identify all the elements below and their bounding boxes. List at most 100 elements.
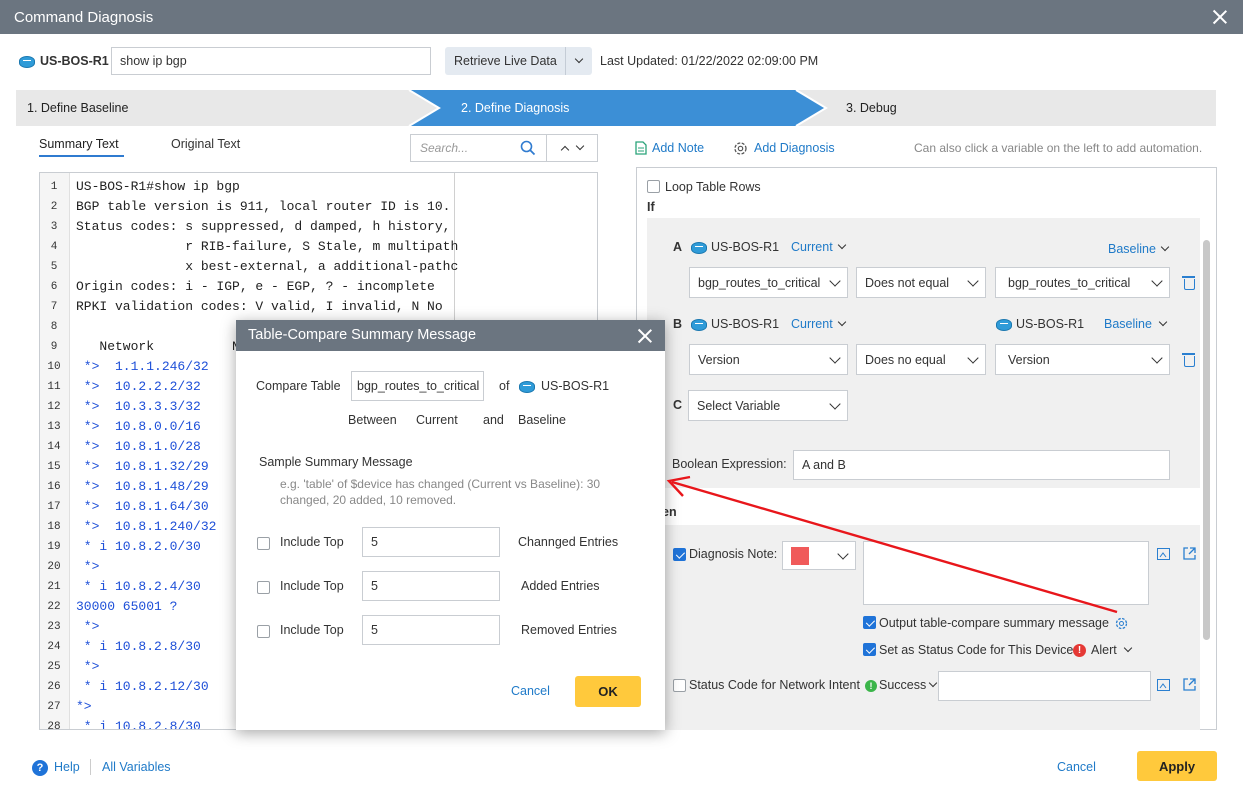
diagnosis-note-textarea[interactable]: [863, 541, 1149, 605]
include-top-label: Include Top: [280, 579, 344, 593]
chevron-down-icon: [574, 54, 584, 64]
footer-divider: [90, 759, 91, 775]
cond-b-baseline-select[interactable]: Version: [995, 344, 1170, 375]
add-note-button[interactable]: Add Note: [652, 141, 704, 155]
modal-device: US-BOS-R1: [541, 379, 610, 393]
chevron-down-icon: [837, 317, 846, 327]
and-label: and: [483, 413, 504, 427]
retrieve-label: Retrieve Live Data: [454, 54, 557, 68]
router-icon: [691, 319, 707, 331]
status-intent-checkbox[interactable]: [673, 679, 686, 692]
removed-count-input[interactable]: 5: [362, 615, 500, 645]
include-changed-checkbox[interactable]: [257, 537, 270, 550]
code-line: Origin codes: i - IGP, e - EGP, ? - inco…: [76, 279, 435, 294]
boolean-expression-input[interactable]: A and B: [793, 450, 1170, 480]
cond-a-baseline-label: Baseline: [1108, 242, 1156, 256]
scrollbar[interactable]: [1203, 240, 1210, 640]
cond-a-var1: bgp_routes_to_critical: [698, 275, 821, 290]
line-number: 12: [47, 401, 61, 413]
step-debug[interactable]: 3. Debug: [846, 101, 897, 115]
modal-ok-button[interactable]: OK: [575, 676, 641, 707]
cond-c-var: Select Variable: [697, 398, 781, 413]
code-line: x best-external, a additional-pathc: [76, 259, 459, 274]
delete-icon[interactable]: [1182, 353, 1195, 367]
apply-button[interactable]: Apply: [1137, 751, 1217, 781]
cancel-button[interactable]: Cancel: [1057, 760, 1096, 774]
cond-b-device2: US-BOS-R1: [1016, 317, 1085, 331]
help-link[interactable]: Help: [54, 760, 80, 774]
search-input[interactable]: Search...: [411, 141, 510, 155]
search-icon[interactable]: [520, 140, 536, 156]
success-select[interactable]: Success: [879, 678, 938, 692]
status-intent-input[interactable]: [938, 671, 1151, 701]
variable-insert-icon[interactable]: [1157, 679, 1170, 691]
close-icon[interactable]: [1211, 8, 1229, 26]
status-intent-label: Status Code for Network Intent: [689, 678, 860, 692]
line-number: 18: [47, 521, 61, 533]
cond-b-baseline[interactable]: Baseline: [1104, 317, 1168, 331]
cond-c-variable-select[interactable]: Select Variable: [688, 390, 848, 421]
chevron-up-icon[interactable]: [560, 145, 569, 155]
line-number: 28: [47, 721, 61, 730]
include-added-checkbox[interactable]: [257, 581, 270, 594]
code-line: *> 10.3.3.3/32: [76, 399, 201, 414]
modal-title: Table-Compare Summary Message: [248, 327, 477, 343]
include-top-label: Include Top: [280, 623, 344, 637]
tab-original-text[interactable]: Original Text: [171, 137, 240, 151]
steps-arrows: [408, 90, 828, 126]
cond-b-variable-select[interactable]: Version: [689, 344, 848, 375]
code-line: * i 10.8.2.0/30: [76, 539, 201, 554]
retrieve-dropdown[interactable]: [565, 47, 592, 75]
added-count-input[interactable]: 5: [362, 571, 500, 601]
compare-table-input[interactable]: bgp_routes_to_critical: [351, 371, 484, 401]
expand-icon[interactable]: [1183, 547, 1196, 560]
step-define-baseline[interactable]: 1. Define Baseline: [27, 101, 128, 115]
cond-a-operator-select[interactable]: Does not equal: [856, 267, 986, 298]
help-icon[interactable]: ?: [32, 760, 48, 776]
cond-a-variable-select[interactable]: bgp_routes_to_critical: [689, 267, 848, 298]
modal-close-icon[interactable]: [636, 327, 652, 343]
dialog-title-bar: Command Diagnosis: [0, 0, 1243, 34]
expand-icon[interactable]: [1183, 678, 1196, 691]
diagnosis-note-checkbox[interactable]: [673, 548, 686, 561]
step-define-diagnosis[interactable]: 2. Define Diagnosis: [461, 101, 569, 115]
code-line: *> 10.2.2.2/32: [76, 379, 201, 394]
all-variables-link[interactable]: All Variables: [102, 760, 171, 774]
cond-a-baseline-select[interactable]: bgp_routes_to_critical: [995, 267, 1170, 298]
set-status-label: Set as Status Code for This Device: [879, 643, 1074, 657]
code-line: *> 10.8.1.64/30: [76, 499, 209, 514]
settings-icon[interactable]: [1115, 617, 1128, 630]
variable-insert-icon[interactable]: [1157, 548, 1170, 560]
code-line: Status codes: s suppressed, d damped, h …: [76, 219, 451, 234]
chevron-down-icon[interactable]: [575, 141, 584, 151]
note-color-select[interactable]: [782, 541, 856, 570]
search-nav: [546, 135, 597, 161]
device-name: US-BOS-R1: [40, 54, 109, 68]
set-status-checkbox[interactable]: [863, 643, 876, 656]
modal-cancel-button[interactable]: Cancel: [511, 684, 550, 698]
changed-count-input[interactable]: 5: [362, 527, 500, 557]
cond-a-baseline[interactable]: Baseline: [1108, 242, 1170, 256]
cond-b-operator-select[interactable]: Does no equal: [856, 344, 986, 375]
cond-b-scope[interactable]: Current: [791, 317, 846, 331]
tab-summary-text[interactable]: Summary Text: [39, 137, 119, 151]
chevron-down-icon: [829, 397, 841, 410]
cond-a-letter: A: [673, 240, 683, 254]
command-input[interactable]: show ip bgp: [111, 47, 431, 75]
cond-b-scope-label: Current: [791, 317, 833, 331]
code-line: * i 10.8.2.8/30: [76, 719, 201, 730]
line-number: 9: [50, 341, 58, 353]
chevron-down-icon: [929, 678, 938, 688]
between-label: Between: [348, 413, 397, 427]
loop-rows-checkbox[interactable]: [647, 180, 660, 193]
sample-label: Sample Summary Message: [259, 455, 413, 469]
retrieve-live-data-button[interactable]: Retrieve Live Data: [445, 47, 592, 75]
delete-icon[interactable]: [1182, 276, 1195, 290]
cond-a-scope[interactable]: Current: [791, 240, 846, 254]
output-summary-checkbox[interactable]: [863, 616, 876, 629]
alert-select[interactable]: Alert: [1091, 643, 1132, 657]
loop-rows-label: Loop Table Rows: [665, 180, 761, 194]
include-removed-checkbox[interactable]: [257, 625, 270, 638]
add-diagnosis-button[interactable]: Add Diagnosis: [754, 141, 835, 155]
chevron-down-icon: [967, 351, 979, 364]
